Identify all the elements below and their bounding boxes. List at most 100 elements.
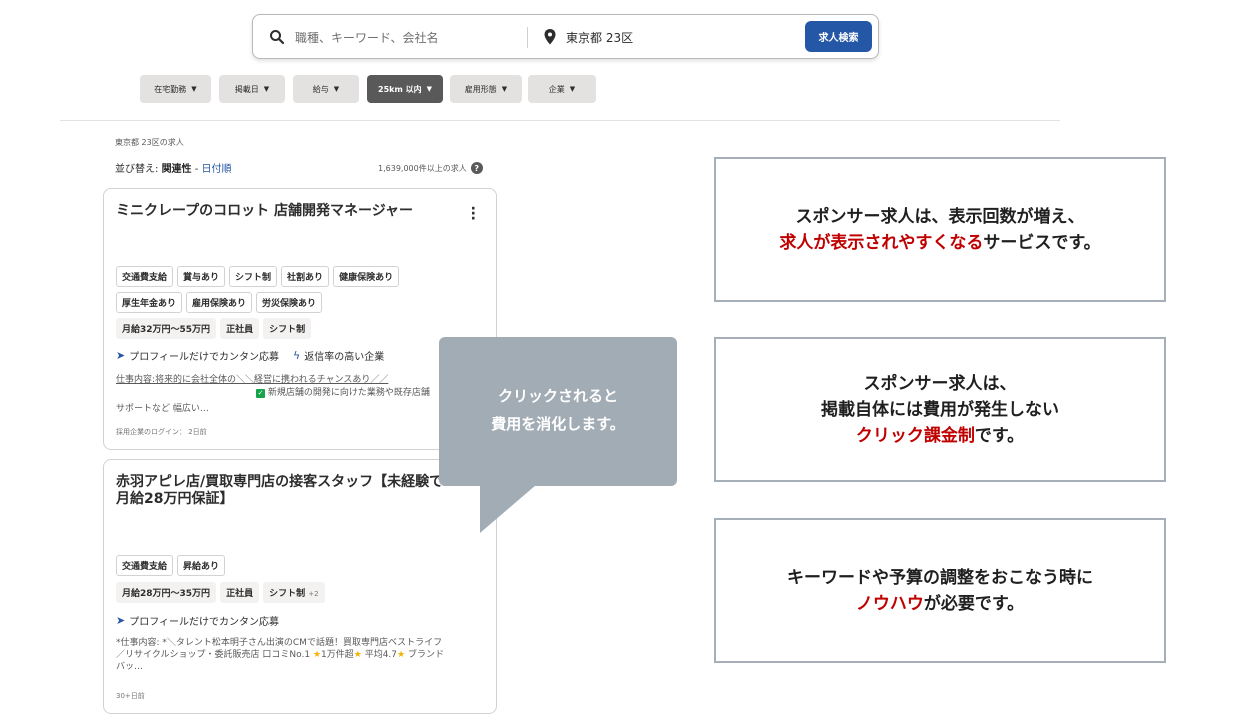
tag: 交通費支給 [116, 555, 174, 576]
sort-separator: - [191, 164, 202, 175]
star-icon: ★ [353, 650, 362, 660]
tag: 社割あり [281, 266, 330, 287]
easy-apply-arrow-icon: ➤ [116, 349, 126, 362]
caret-down-icon: ▼ [191, 85, 197, 93]
tag: 雇用保険あり [186, 292, 253, 313]
caret-down-icon: ▼ [501, 85, 508, 93]
caret-down-icon: ▼ [263, 85, 270, 93]
salary-tags: 月給28万円～35万円 正社員 シフト制 +2 [116, 582, 325, 603]
tag: 労災保険あり [256, 292, 323, 313]
feature-row: ➤ プロフィールだけでカンタン応募 ϟ 返信率の高い企業 [116, 348, 384, 363]
info-text: サービスです。 [983, 232, 1101, 253]
snippet-line: ／リサイクルショップ・委託販売店 口コミNo.1 ★1万件超★ 平均4.7★ ブ… [116, 649, 486, 661]
job-snippet: サポートなど 幅広い… [116, 403, 486, 415]
star-icon: ★ [312, 650, 322, 660]
info-line: 掲載自体には費用が発生しない [821, 399, 1059, 420]
filter-label: 雇用形態 [464, 84, 497, 94]
responsive-employer-text: 返信率の高い企業 [304, 352, 385, 363]
job-snippet: 仕事内容:将来的に会社全体の＼＼経営に携われるチャンスあり／／ [116, 374, 486, 386]
filter-label: 給与 [312, 84, 329, 94]
star-icon: ★ [397, 650, 406, 660]
what-search-input[interactable]: 職種、キーワード、会社名 [295, 29, 439, 46]
benefit-tags: 交通費支給 昇給あり [116, 555, 226, 576]
snippet-line: 仕事内容:将来的に会社全体の＼＼経営に携われるチャンスあり／／ [116, 375, 389, 385]
snippet-line: 新規店舗の開発に向けた業務や既存店舗 [267, 388, 430, 398]
sort-prefix: 並び替え: [115, 164, 159, 175]
easy-apply-arrow-icon: ➤ [116, 614, 126, 627]
job-type-tag: 正社員 [220, 318, 260, 339]
tag: 厚生年金あり [116, 292, 183, 313]
snippet-line: バッ… [116, 662, 144, 672]
info-box-visibility: スポンサー求人は、表示回数が増え、 求人が表示されやすくなるサービスです。 [714, 157, 1166, 302]
tag: 交通費支給 [116, 266, 174, 287]
checkbox-icon: ✓ [256, 389, 265, 398]
caret-down-icon: ▼ [569, 85, 576, 93]
search-divider [527, 27, 528, 48]
job-title[interactable]: 赤羽アピレ店/買取専門店の接客スタッフ【未経験で [116, 474, 456, 491]
snippet-line: *仕事内容: *＼タレント松本明子さん出演のCMで話題！買取専門店ベストライフ [116, 638, 443, 648]
sort-control: 並び替え: 関連性 - 日付順 [115, 160, 232, 175]
job-card[interactable]: 赤羽アピレ店/買取専門店の接客スタッフ【未経験で 月給28万円保証】 交通費支給… [103, 459, 497, 714]
filter-label: 在宅勤務 [154, 84, 187, 94]
salary-tag: 月給28万円～35万円 [116, 582, 217, 603]
snippet-line: サポートなど 幅広い… [116, 404, 209, 414]
info-line: 求人が表示されやすくなるサービスです。 [779, 230, 1100, 256]
job-card[interactable]: ミニクレープのコロット 店舗開発マネージャー · · · 交通費支給 賞与あり シフ… [103, 188, 497, 450]
results-location-title: 東京都 23区の求人 [115, 138, 184, 147]
shift-tag: シフト制 +2 [263, 582, 325, 603]
info-highlight: ノウハウ [855, 593, 924, 614]
info-box-knowhow: キーワードや予算の調整をおこなう時に ノウハウが必要です。 [714, 518, 1166, 663]
easy-apply-text: プロフィールだけでカンタン応募 [129, 617, 280, 628]
filter-distance[interactable]: 25km 以内 ▼ [367, 75, 443, 103]
tag: 健康保険あり [333, 266, 400, 287]
search-button[interactable]: 求人検索 [805, 21, 872, 52]
results-count: 1,639,000件以上の求人 ? [378, 162, 483, 174]
filter-remote[interactable]: 在宅勤務 ▼ [140, 75, 211, 103]
lightning-icon: ϟ [293, 349, 301, 362]
shift-tag: シフト制 [263, 318, 312, 339]
help-icon[interactable]: ? [470, 162, 483, 174]
easy-apply-text: プロフィールだけでカンタン応募 [129, 352, 280, 363]
tag: 昇給あり [177, 555, 226, 576]
job-snippet: *仕事内容: *＼タレント松本明子さん出演のCMで話題！買取専門店ベストライフ … [116, 637, 486, 673]
info-text: が必要です。 [923, 593, 1025, 614]
caret-down-icon: ▼ [426, 85, 432, 93]
caret-down-icon: ▼ [333, 85, 340, 93]
callout-tail [480, 485, 536, 533]
snippet-text: 1万件超 [321, 650, 354, 660]
job-title[interactable]: ミニクレープのコロット 店舗開発マネージャー [116, 203, 456, 220]
job-title-line2[interactable]: 月給28万円保証】 [116, 491, 456, 508]
filter-label: 25km 以内 [378, 84, 422, 94]
info-line: スポンサー求人は、表示回数が増え、 [795, 206, 1085, 227]
benefit-tags: 厚生年金あり 雇用保険あり 労災保険あり [116, 292, 323, 313]
tag: 賞与あり [177, 266, 226, 287]
job-type-tag: 正社員 [220, 582, 260, 603]
click-cost-callout: クリックされると 費用を消化します。 [439, 337, 677, 486]
info-line: スポンサー求人は、 [863, 373, 1017, 394]
location-pin-icon [544, 29, 556, 45]
snippet-text: ブランド [405, 650, 444, 660]
filter-label: 掲載日 [234, 84, 259, 94]
callout-line: 費用を消化します。 [491, 415, 625, 433]
where-search-input[interactable]: 東京都 23区 [566, 29, 633, 46]
search-icon [270, 30, 285, 45]
job-meta: 30+日前 [116, 692, 145, 700]
snippet-text: ／リサイクルショップ・委託販売店 口コミNo.1 [116, 650, 313, 660]
filter-salary[interactable]: 給与 ▼ [293, 75, 359, 103]
search-bar: 職種、キーワード、会社名 東京都 23区 求人検索 [252, 14, 879, 59]
feature-row: ➤ プロフィールだけでカンタン応募 [116, 613, 279, 628]
snippet-text: 平均4.7 [361, 650, 398, 660]
more-tags-count: +2 [308, 590, 319, 598]
sort-by-date-link[interactable]: 日付順 [202, 164, 232, 175]
filter-label: 企業 [548, 84, 565, 94]
callout-line: クリックされると [497, 387, 618, 405]
shift-tag-label: シフト制 [269, 589, 306, 599]
salary-tag: 月給32万円～55万円 [116, 318, 217, 339]
filter-date-posted[interactable]: 掲載日 ▼ [219, 75, 285, 103]
filter-company[interactable]: 企業 ▼ [528, 75, 596, 103]
more-options-icon[interactable]: · · · [471, 202, 476, 226]
sort-relevance[interactable]: 関連性 [162, 164, 192, 175]
info-line: キーワードや予算の調整をおこなう時に [787, 567, 1093, 588]
info-highlight: 求人が表示されやすくなる [779, 232, 984, 253]
filter-employment-type[interactable]: 雇用形態 ▼ [450, 75, 522, 103]
